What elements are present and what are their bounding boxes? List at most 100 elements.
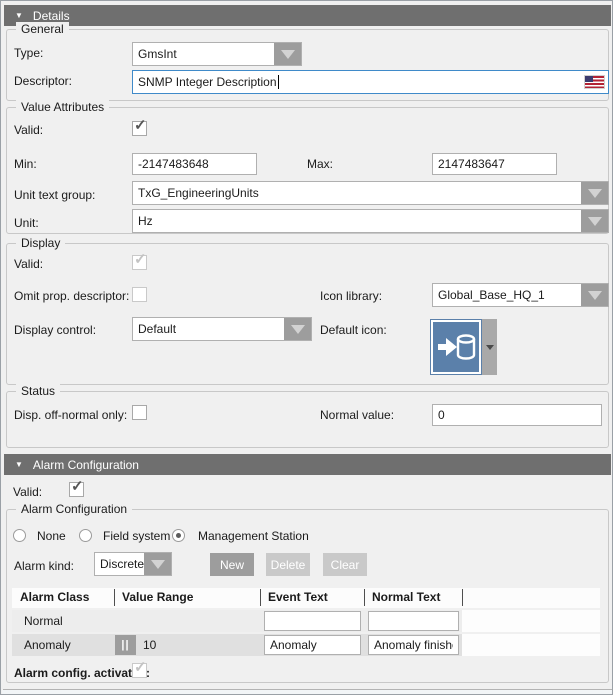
unit-label: Unit: — [14, 216, 39, 231]
display-valid-checkbox: ✓ — [132, 255, 147, 270]
icon-library-dropdown[interactable]: Global_Base_HQ_1 — [432, 283, 609, 307]
alarm-table-header: Alarm Class Value Range Event Text Norma… — [12, 588, 600, 608]
unit-text-group-dropdown[interactable]: TxG_EngineeringUnits — [132, 181, 609, 205]
normal-value-input[interactable] — [432, 404, 602, 426]
radio-none[interactable] — [13, 529, 26, 542]
radio-none-label[interactable]: None — [37, 529, 66, 544]
unit-value: Hz — [138, 214, 153, 228]
status-group: Status Disp. off-normal only: ✓ Normal v… — [6, 391, 609, 448]
text-caret — [278, 75, 279, 89]
arrow-into-cylinder-icon — [430, 319, 482, 375]
alarm-config-activated-label: Alarm config. activated: — [14, 666, 150, 681]
type-dropdown-value: GmsInt — [138, 47, 177, 61]
display-control-label: Display control: — [14, 323, 96, 338]
omit-prop-descriptor-label: Omit prop. descriptor: — [14, 289, 129, 304]
type-dropdown[interactable]: GmsInt — [132, 42, 302, 66]
type-dropdown-button[interactable] — [274, 43, 301, 65]
normal-value-label: Normal value: — [320, 408, 394, 423]
display-group: Display Valid: ✓ Omit prop. descriptor: … — [6, 243, 609, 385]
chevron-down-icon — [588, 189, 602, 198]
chevron-down-icon — [486, 345, 494, 350]
chevron-down-icon — [588, 217, 602, 226]
range-operator-button[interactable]: || — [115, 635, 136, 655]
chevron-down-icon — [588, 291, 602, 300]
unit-text-group-value: TxG_EngineeringUnits — [138, 186, 259, 200]
icon-library-label: Icon library: — [320, 289, 382, 304]
collapse-triangle-icon[interactable]: ▼ — [15, 12, 23, 20]
unit-dropdown-button[interactable] — [581, 210, 608, 232]
details-section-title: Details — [33, 9, 70, 23]
alarm-configuration-section-title: Alarm Configuration — [33, 458, 139, 472]
icon-library-dropdown-button[interactable] — [581, 284, 608, 306]
checkmark-icon: ✓ — [134, 658, 147, 676]
display-valid-label: Valid: — [14, 257, 43, 272]
alarm-class-cell: Normal — [24, 614, 63, 628]
omit-prop-descriptor-checkbox: ✓ — [132, 287, 147, 302]
alarm-configuration-section-header[interactable]: ▼ Alarm Configuration — [4, 454, 611, 475]
radio-field-system-label[interactable]: Field system — [103, 529, 170, 544]
value-range-cell[interactable]: 10 — [143, 638, 156, 652]
alarm-class-cell: Anomaly — [24, 638, 71, 652]
descriptor-input[interactable]: SNMP Integer Description — [132, 70, 609, 94]
radio-management-station[interactable] — [172, 529, 185, 542]
alarm-config-activated-checkbox: ✓ — [132, 663, 147, 678]
column-header-value-range[interactable]: Value Range — [122, 590, 193, 604]
display-control-dropdown[interactable]: Default — [132, 317, 312, 341]
alarm-kind-dropdown[interactable]: Discrete — [94, 552, 172, 576]
unit-dropdown[interactable]: Hz — [132, 209, 609, 233]
display-control-dropdown-button[interactable] — [284, 318, 311, 340]
event-text-input-anomaly[interactable] — [264, 635, 361, 655]
chevron-down-icon — [291, 325, 305, 334]
column-header-event-text[interactable]: Event Text — [268, 590, 328, 604]
normal-text-input-anomaly[interactable] — [368, 635, 459, 655]
max-input[interactable] — [432, 153, 557, 175]
radio-field-system[interactable] — [79, 529, 92, 542]
event-text-input-normal[interactable] — [264, 611, 361, 631]
checkmark-icon: ✓ — [134, 250, 147, 268]
radio-management-station-label[interactable]: Management Station — [198, 529, 309, 544]
alarm-valid-checkbox[interactable]: ✓ — [69, 482, 84, 497]
default-icon-dropdown-button[interactable] — [482, 319, 497, 375]
clear-button: Clear — [323, 553, 367, 576]
disp-off-normal-only-label: Disp. off-normal only: — [14, 408, 127, 423]
new-button[interactable]: New — [210, 553, 254, 576]
alarm-configuration-group: Alarm Configuration None Field system Ma… — [6, 509, 609, 683]
column-separator[interactable] — [260, 589, 261, 606]
icon-library-value: Global_Base_HQ_1 — [438, 288, 545, 302]
min-input[interactable] — [132, 153, 257, 175]
max-label: Max: — [307, 157, 333, 172]
column-separator[interactable] — [364, 589, 365, 606]
min-label: Min: — [14, 157, 37, 172]
display-control-value: Default — [138, 322, 176, 336]
alarm-valid-label: Valid: — [13, 485, 42, 500]
unit-text-group-label: Unit text group: — [14, 188, 95, 203]
chevron-down-icon — [151, 560, 165, 569]
alarm-kind-dropdown-button[interactable] — [144, 553, 171, 575]
delete-button: Delete — [266, 553, 310, 576]
column-header-alarm-class[interactable]: Alarm Class — [20, 590, 89, 604]
valid-checkbox[interactable]: ✓ — [132, 121, 147, 136]
default-icon-label: Default icon: — [320, 323, 387, 338]
checkmark-icon: ✓ — [71, 477, 84, 495]
descriptor-label: Descriptor: — [14, 74, 72, 89]
default-icon-picker[interactable] — [430, 319, 497, 375]
bottom-edge — [2, 690, 613, 695]
disp-off-normal-only-checkbox[interactable]: ✓ — [132, 405, 147, 420]
us-flag-icon[interactable] — [585, 76, 604, 88]
chevron-down-icon — [281, 50, 295, 59]
details-section-header[interactable]: ▼ Details — [4, 5, 611, 26]
alarm-kind-value: Discrete — [100, 557, 144, 571]
column-separator[interactable] — [114, 589, 115, 606]
column-header-normal-text[interactable]: Normal Text — [372, 590, 440, 604]
normal-text-input-normal[interactable] — [368, 611, 459, 631]
unit-text-group-dropdown-button[interactable] — [581, 182, 608, 204]
valid-label: Valid: — [14, 123, 43, 138]
property-details-panel: ▼ Details General Type: GmsInt Descripto… — [0, 0, 613, 695]
table-row-anomaly-end-cell — [462, 634, 600, 656]
alarm-configuration-group-legend: Alarm Configuration — [16, 502, 132, 517]
collapse-triangle-icon[interactable]: ▼ — [15, 461, 23, 469]
alarm-kind-label: Alarm kind: — [14, 559, 74, 574]
table-row-normal-end-cell — [462, 610, 600, 632]
column-separator[interactable] — [462, 589, 463, 606]
value-attributes-group-legend: Value Attributes — [16, 100, 109, 115]
